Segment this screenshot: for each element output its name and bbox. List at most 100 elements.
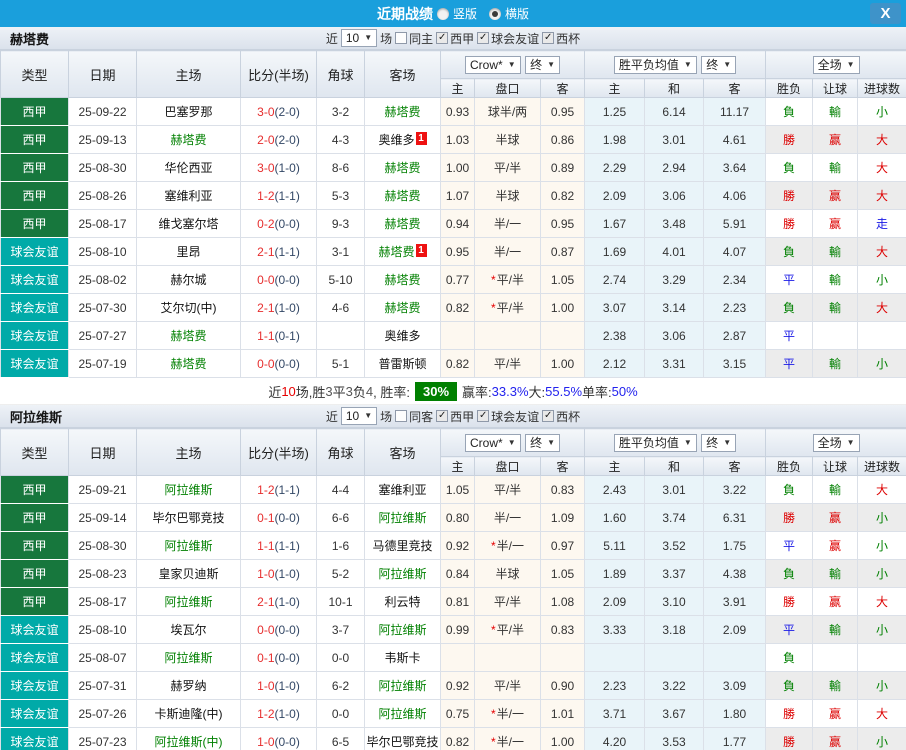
match-row: 球会友谊 25-08-02 赫尔城 0-0(0-0) 5-10 赫塔费 0.77…: [0, 265, 906, 294]
match-row: 西甲 25-08-17 维戈塞尔塔 0-2(0-0) 9-3 赫塔费 0.94 …: [0, 209, 906, 238]
league-type-badge: 西甲: [0, 531, 69, 560]
match-date: 25-08-07: [68, 643, 137, 672]
asterisk-mark: *: [490, 735, 496, 749]
away-team: 阿拉维斯: [364, 671, 441, 700]
result-outcome: 負: [765, 559, 814, 588]
filter-checkbox[interactable]: 同主: [395, 30, 433, 47]
odds-time-dropdown[interactable]: 终 ▼: [525, 55, 560, 74]
checkbox-icon: ✓: [477, 410, 490, 422]
result-outcome: 負: [765, 153, 814, 182]
match-date: 25-07-27: [68, 321, 137, 350]
half-score: (1-0): [274, 706, 300, 721]
filter-checkbox[interactable]: ✓ 球会友谊: [477, 30, 539, 47]
avg-away: 1.80: [703, 699, 767, 728]
handicap: 半球: [474, 125, 541, 154]
avg-time-dropdown[interactable]: 终 ▼: [701, 55, 737, 74]
result-handicap: 赢: [812, 699, 859, 728]
checkbox-label: 同客: [409, 409, 434, 424]
result-handicap: 赢: [812, 531, 859, 560]
full-score: 1-2: [257, 482, 275, 497]
corner-score: 6-6: [316, 503, 365, 532]
sub-header: 胜负: [765, 456, 814, 476]
odds-home: 1.03: [440, 125, 475, 154]
league-type-badge: 球会友谊: [0, 265, 69, 294]
team-section: 近 10 ▼ 场同客 ✓ 西甲 ✓ 球会友谊 ✓ 西杯 阿拉维斯 类型 日期 主场 比分(半场) …: [0, 405, 906, 750]
odds-away: 1.05: [539, 265, 586, 294]
sub-header: 进球数: [857, 78, 906, 98]
match-date: 25-09-21: [68, 475, 137, 504]
match-row: 西甲 25-09-21 阿拉维斯 1-2(1-1) 4-4 塞维利亚 1.05 …: [0, 475, 906, 504]
avg-draw: 3.52: [644, 531, 705, 560]
odds-away: 0.86: [539, 125, 586, 154]
radio-icon: [436, 7, 449, 20]
avg-away: 3.64: [703, 153, 767, 182]
summary-segment: 赢率:: [462, 384, 492, 400]
match-date: 25-07-31: [68, 671, 137, 700]
handicap: *半/一: [474, 727, 541, 750]
checkbox-label: 球会友谊: [491, 409, 540, 424]
match-count-dropdown[interactable]: 10 ▼: [340, 407, 378, 425]
summary-segment: 场,胜: [295, 384, 326, 400]
sub-header: 盘口: [474, 456, 541, 476]
close-icon[interactable]: X: [870, 3, 901, 24]
odds-time-dropdown[interactable]: 终 ▼: [525, 433, 560, 452]
score: 0-0(0-0): [240, 615, 317, 644]
result-goals: 大: [857, 181, 906, 210]
title-bar: 近期战绩 竖版 横版 X: [0, 0, 906, 27]
match-date: 25-08-10: [68, 237, 137, 266]
avg-dropdown[interactable]: 胜平负均值 ▼: [613, 433, 697, 452]
full-score: 2-1: [257, 300, 275, 315]
league-type-badge: 西甲: [0, 125, 69, 154]
asterisk-mark: *: [490, 301, 496, 315]
odds-home: 0.81: [440, 587, 475, 616]
half-score: (0-0): [274, 216, 300, 231]
avg-time-dropdown[interactable]: 终 ▼: [701, 433, 737, 452]
team-label: 艾尔切(中): [160, 301, 217, 315]
scope-group-header: 全场 ▼: [765, 428, 906, 457]
odds-home: 0.80: [440, 503, 475, 532]
match-date: 25-09-22: [68, 97, 137, 126]
filter-checkbox[interactable]: 同客: [395, 408, 433, 425]
full-score: 0-2: [257, 216, 275, 231]
avg-draw: 3.31: [644, 349, 705, 378]
odds-away: 0.95: [539, 209, 586, 238]
team-label: 赫塔费: [384, 105, 421, 119]
avg-away: 3.15: [703, 349, 767, 378]
odds-source-dropdown[interactable]: Crow* ▼: [465, 433, 521, 452]
corner-score: 4-3: [316, 125, 365, 154]
filter-checkbox[interactable]: ✓ 球会友谊: [477, 408, 539, 425]
col-header-corner: 角球: [316, 50, 365, 98]
filter-checkbox[interactable]: ✓ 西甲: [436, 30, 474, 47]
result-handicap: 輸: [812, 265, 859, 294]
corner-score: [316, 321, 365, 350]
filter-checkbox[interactable]: ✓ 西甲: [436, 408, 474, 425]
odds-home: [440, 321, 475, 350]
scope-dropdown[interactable]: 全场 ▼: [812, 55, 860, 74]
match-count-dropdown[interactable]: 10 ▼: [340, 29, 378, 47]
summary-segment: 10: [281, 383, 296, 399]
filter-checkbox[interactable]: ✓ 西杯: [542, 30, 580, 47]
scope-dropdown[interactable]: 全场 ▼: [812, 433, 860, 452]
layout-radio[interactable]: 竖版: [436, 5, 477, 22]
result-handicap: [812, 321, 859, 350]
layout-radio[interactable]: 横版: [489, 5, 529, 22]
avg-dropdown[interactable]: 胜平负均值 ▼: [613, 55, 697, 74]
full-score: 1-0: [257, 566, 275, 581]
match-row: 球会友谊 25-07-31 赫罗纳 1-0(1-0) 6-2 阿拉维斯 0.92…: [0, 671, 906, 700]
avg-draw: 3.01: [644, 125, 705, 154]
odds-source-dropdown[interactable]: Crow* ▼: [465, 55, 521, 74]
team-label: 阿拉维斯: [164, 651, 213, 665]
odds-group-header: Crow* ▼ 终 ▼: [439, 50, 586, 79]
result-outcome: 平: [765, 321, 814, 350]
score: 2-1(1-1): [240, 237, 317, 266]
sub-header: 客: [539, 78, 586, 98]
result-goals: 小: [857, 615, 906, 644]
matches-table: 类型 日期 主场 比分(半场) 角球 客场 Crow* ▼ 终 ▼ 胜平负均值 ▼ 终…: [0, 428, 906, 750]
result-outcome: 平: [765, 265, 814, 294]
league-type-badge: 球会友谊: [0, 727, 69, 750]
filter-checkbox[interactable]: ✓ 西杯: [542, 408, 580, 425]
league-type-badge: 球会友谊: [0, 699, 69, 728]
score: 0-1(0-0): [240, 643, 317, 672]
avg-draw: 4.01: [644, 237, 705, 266]
result-goals: 大: [857, 699, 906, 728]
